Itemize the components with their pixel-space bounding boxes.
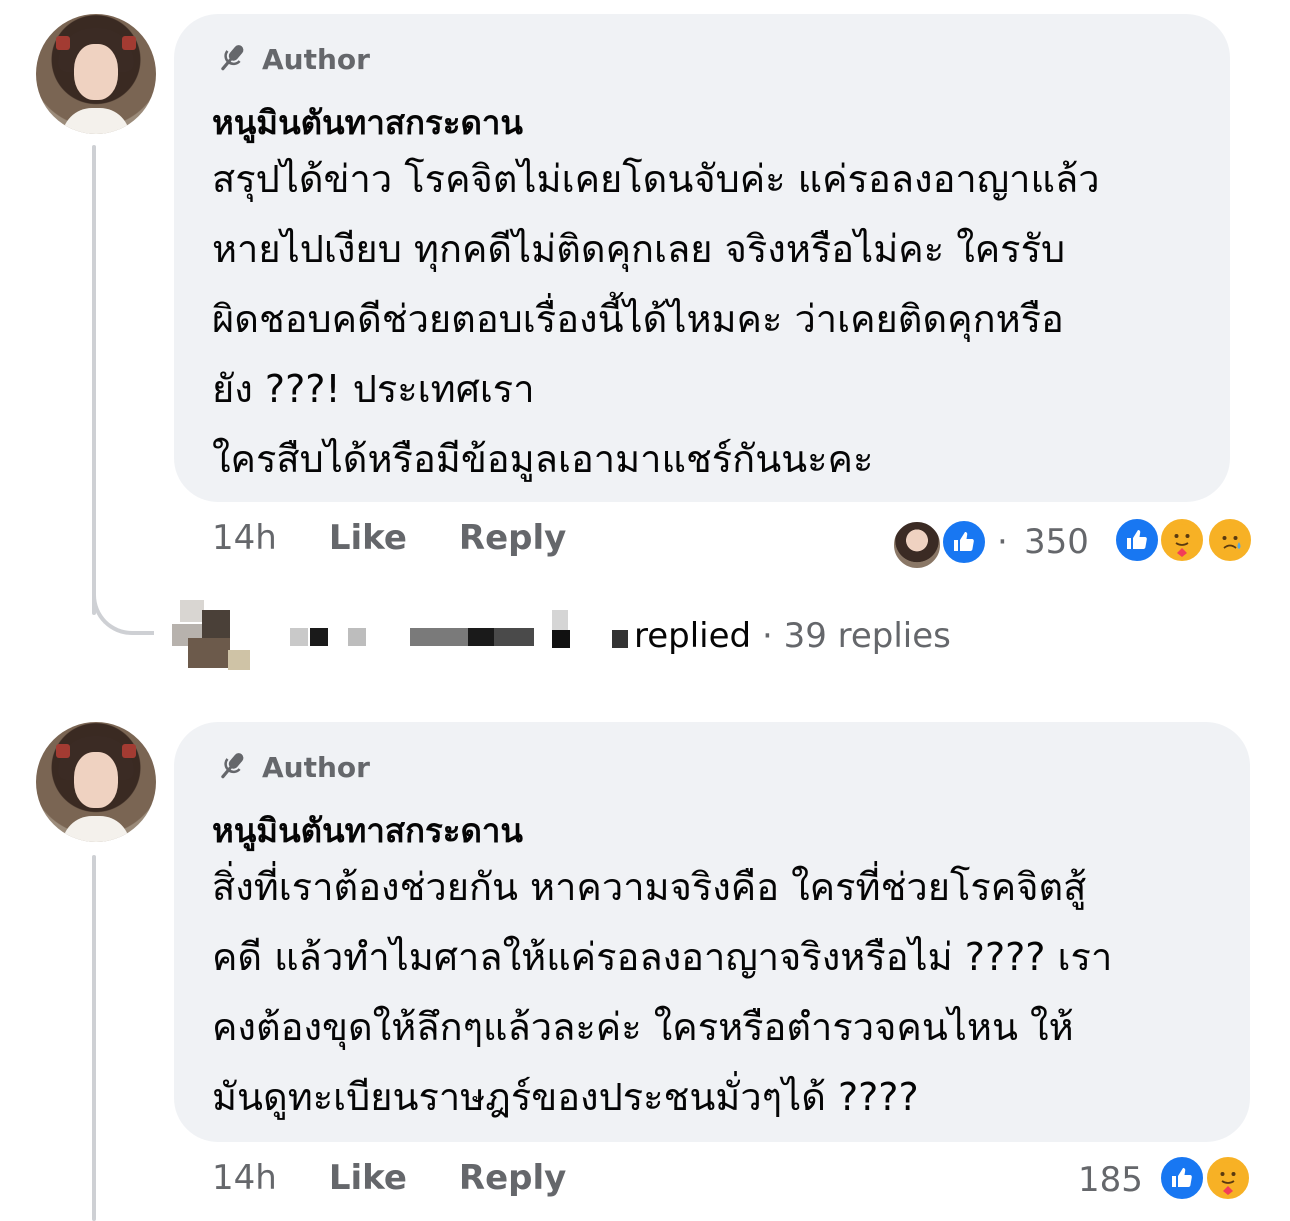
- comment-line: หายไปเงียบ ทุกคดีไม่ติดคุกเลย จริงหรือไม…: [212, 227, 1066, 271]
- comment-line: สิ่งที่เราต้องช่วยกัน หาความจริงคือ ใครท…: [212, 865, 1087, 909]
- pixel-block: [188, 638, 230, 668]
- care-reaction-icon: [1158, 516, 1206, 564]
- avatar-bow: [56, 36, 70, 50]
- pixel-block: [552, 610, 568, 630]
- comment-line: คงต้องขุดให้ลึกๆแล้วละค่ะ ใครหรือตำรวจคน…: [212, 1005, 1074, 1049]
- comment-timestamp[interactable]: 14h: [212, 1158, 277, 1198]
- redacted-replier-name[interactable]: [290, 610, 630, 654]
- sad-reaction-icon: [1206, 516, 1254, 564]
- pixel-block: [468, 628, 494, 646]
- comment-bubble: Author หนูมินตันทาสกระดาน สรุปได้ข่าว โร…: [174, 14, 1230, 502]
- avatar-bow: [122, 744, 136, 758]
- avatar-bow: [56, 744, 70, 758]
- thread-curve: [92, 585, 154, 635]
- replies-summary[interactable]: replied · 39 replies: [634, 616, 951, 656]
- replied-text: replied: [634, 616, 752, 656]
- pixel-block: [612, 630, 628, 648]
- pixel-block: [410, 628, 468, 646]
- comment-text: สิ่งที่เราต้องช่วยกัน หาความจริงคือ ใครท…: [212, 852, 1232, 1132]
- comment-line: สรุปได้ข่าว โรคจิตไม่เคยโดนจับค่ะ แค่รอล…: [212, 157, 1100, 201]
- thread-line-bottom: [92, 855, 96, 1221]
- replies-count[interactable]: 39 replies: [784, 616, 951, 656]
- like-button[interactable]: Like: [329, 1158, 407, 1198]
- thread-line: [92, 145, 96, 615]
- like-reaction-icon: [1158, 1154, 1206, 1202]
- commenter-name[interactable]: หนูมินตันทาสกระดาน: [212, 804, 523, 857]
- author-badge: Author: [212, 40, 370, 78]
- author-badge-label: Author: [262, 42, 370, 76]
- reactor-avatar[interactable]: [892, 520, 942, 570]
- pixel-block: [202, 610, 230, 638]
- avatar-bow: [122, 36, 136, 50]
- pixel-block: [228, 650, 250, 670]
- avatar-collar: [62, 816, 130, 842]
- reply-button[interactable]: Reply: [459, 1158, 566, 1198]
- comment-text: สรุปได้ข่าว โรคจิตไม่เคยโดนจับค่ะ แค่รอล…: [212, 144, 1212, 494]
- comment-line: มันดูทะเบียนราษฎร์ของประชนมั่วๆได้ ????: [212, 1075, 919, 1119]
- author-badge: Author: [212, 748, 370, 786]
- comment-actions: 14h Like Reply: [212, 1158, 618, 1198]
- pixel-block: [494, 628, 534, 646]
- reaction-separator: ·: [997, 522, 1008, 562]
- microphone-icon: [212, 40, 250, 78]
- pixel-block: [348, 628, 366, 646]
- commenter-name[interactable]: หนูมินตันทาสกระดาน: [212, 96, 523, 149]
- pixel-block: [180, 600, 204, 622]
- replier-avatar[interactable]: [172, 600, 252, 672]
- replies-separator: ·: [761, 616, 773, 656]
- microphone-icon: [212, 748, 250, 786]
- avatar-face: [74, 44, 118, 100]
- like-reaction-icon: [940, 518, 988, 566]
- like-reaction-icon: [1113, 516, 1161, 564]
- reply-button[interactable]: Reply: [459, 518, 566, 558]
- reaction-count[interactable]: 350: [1024, 522, 1089, 562]
- avatar-face: [74, 752, 118, 808]
- author-avatar[interactable]: [36, 14, 156, 134]
- pixel-block: [552, 630, 570, 648]
- pixel-block: [310, 628, 328, 646]
- comment-line: ยัง ???! ประเทศเรา: [212, 367, 535, 411]
- comment-actions: 14h Like Reply: [212, 518, 618, 558]
- author-avatar[interactable]: [36, 722, 156, 842]
- comment-timestamp[interactable]: 14h: [212, 518, 277, 558]
- pixel-block: [290, 628, 308, 646]
- author-badge-label: Author: [262, 750, 370, 784]
- reaction-count[interactable]: 185: [1078, 1160, 1143, 1200]
- care-reaction-icon: [1204, 1154, 1252, 1202]
- like-button[interactable]: Like: [329, 518, 407, 558]
- comment-line: ใครสืบได้หรือมีข้อมูลเอามาแชร์กันนะคะ: [212, 437, 874, 481]
- comment-bubble: Author หนูมินตันทาสกระดาน สิ่งที่เราต้อง…: [174, 722, 1250, 1142]
- avatar-collar: [62, 108, 130, 134]
- comment-line: คดี แล้วทำไมศาลให้แค่รอลงอาญาจริงหรือไม่…: [212, 935, 1113, 979]
- comment-line: ผิดชอบคดีช่วยตอบเรื่องนี้ได้ไหมคะ ว่าเคย…: [212, 297, 1064, 341]
